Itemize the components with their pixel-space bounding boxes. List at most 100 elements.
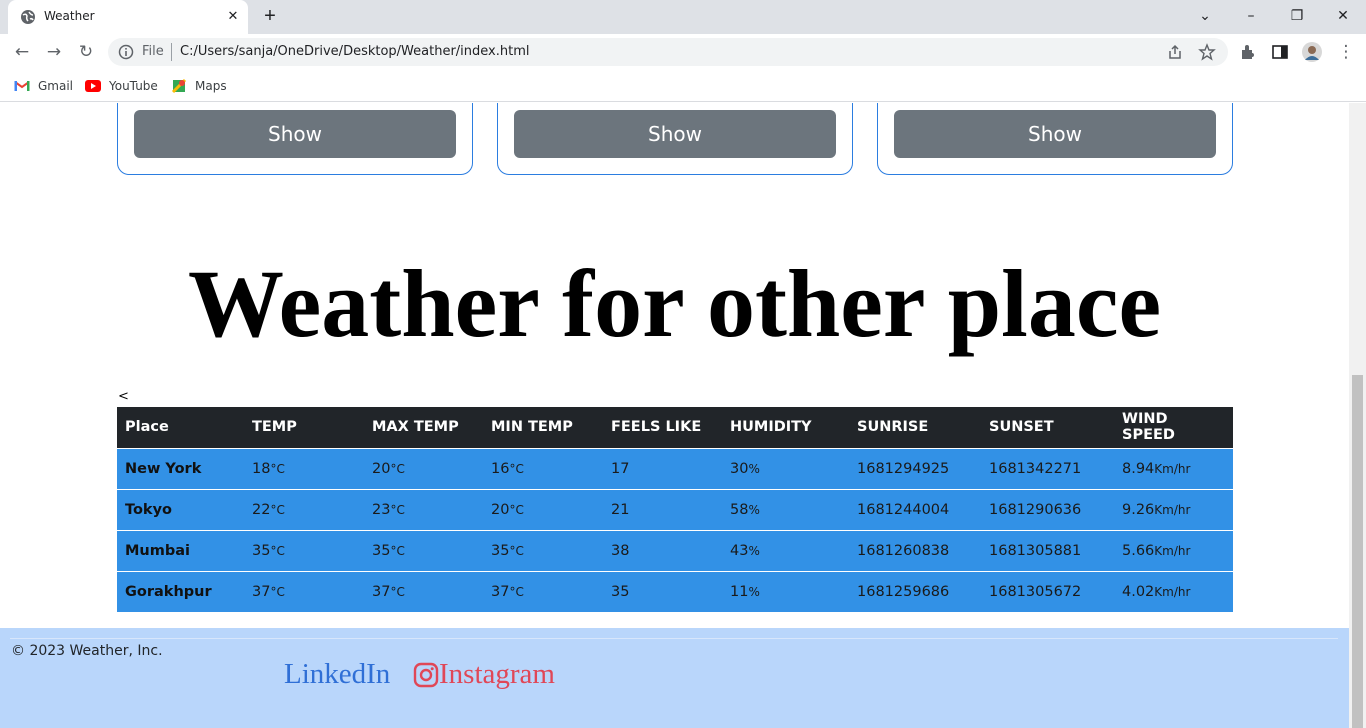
tab-title: Weather bbox=[44, 9, 95, 23]
cell-value: 37 bbox=[252, 583, 271, 600]
cell-value: 1681305672 bbox=[989, 583, 1082, 600]
minimize-icon[interactable]: – bbox=[1239, 5, 1263, 27]
address-bar[interactable]: File C:/Users/sanja/OneDrive/Desktop/Wea… bbox=[108, 38, 1228, 66]
tab-search-icon[interactable]: ⌄ bbox=[1193, 5, 1217, 27]
cell-unit: Km/hr bbox=[1154, 461, 1191, 476]
show-button[interactable]: Show bbox=[134, 110, 456, 158]
instagram-link[interactable]: Instagram bbox=[413, 658, 555, 691]
cell-value: 37 bbox=[372, 583, 391, 600]
footer: © 2023 Weather, Inc. LinkedIn Instagram bbox=[0, 628, 1349, 728]
info-icon[interactable] bbox=[118, 44, 134, 60]
table-row: New York 18°C 20°C 16°C 17 30% 1681294925 16813… bbox=[117, 447, 1233, 489]
cell-value: 43 bbox=[730, 542, 749, 559]
cell-value: 1681294925 bbox=[857, 460, 950, 477]
reload-icon[interactable]: ↻ bbox=[74, 40, 98, 64]
column-header: SUNRISE bbox=[849, 407, 981, 448]
cell-value: 1681290636 bbox=[989, 501, 1082, 518]
cell-unit: °C bbox=[390, 584, 405, 599]
cell-value: 4.02 bbox=[1122, 583, 1155, 600]
bookmark-maps[interactable]: Maps bbox=[165, 73, 233, 99]
cell-value: 35 bbox=[372, 542, 391, 559]
cell-value: 21 bbox=[611, 501, 630, 518]
cell-value: 35 bbox=[491, 542, 510, 559]
table-cell-humidity: 58% bbox=[722, 488, 849, 530]
cell-unit: °C bbox=[390, 461, 405, 476]
cell-value: 38 bbox=[611, 542, 630, 559]
cell-value: 17 bbox=[611, 460, 630, 477]
column-header: TEMP bbox=[244, 407, 364, 448]
table-cell-min: 35°C bbox=[483, 529, 603, 571]
youtube-icon bbox=[85, 80, 101, 92]
stray-text: < bbox=[118, 389, 129, 404]
cell-value: 22 bbox=[252, 501, 271, 518]
cell-unit: % bbox=[748, 543, 760, 558]
copyright-text: © 2023 Weather, Inc. bbox=[11, 643, 163, 659]
table-cell-max: 35°C bbox=[364, 529, 483, 571]
bookmark-label: Maps bbox=[195, 79, 227, 93]
column-header: MAX TEMP bbox=[364, 407, 483, 448]
back-icon[interactable]: ← bbox=[10, 40, 34, 64]
profile-avatar[interactable] bbox=[1302, 42, 1322, 62]
extensions-icon[interactable] bbox=[1238, 42, 1258, 62]
cell-value: 18 bbox=[252, 460, 271, 477]
cell-unit: °C bbox=[509, 502, 524, 517]
cell-unit: °C bbox=[390, 502, 405, 517]
side-panel-icon[interactable] bbox=[1270, 42, 1290, 62]
cell-value: 1681260838 bbox=[857, 542, 950, 559]
table-cell-place: Gorakhpur bbox=[117, 570, 244, 612]
table-cell-wind: 9.26Km/hr bbox=[1114, 488, 1233, 530]
browser-tab[interactable]: Weather ✕ bbox=[8, 0, 248, 34]
cell-value: 1681342271 bbox=[989, 460, 1082, 477]
bookmark-label: YouTube bbox=[109, 79, 158, 93]
cell-unit: °C bbox=[270, 461, 285, 476]
bookmark-gmail[interactable]: Gmail bbox=[8, 73, 79, 99]
page-scrollbar[interactable] bbox=[1349, 103, 1366, 728]
cell-value: 35 bbox=[252, 542, 271, 559]
cell-unit: °C bbox=[270, 502, 285, 517]
table-cell-place: Tokyo bbox=[117, 488, 244, 530]
column-header: MIN TEMP bbox=[483, 407, 603, 448]
show-button[interactable]: Show bbox=[894, 110, 1216, 158]
share-icon[interactable] bbox=[1166, 43, 1184, 61]
url-text[interactable]: C:/Users/sanja/OneDrive/Desktop/Weather/… bbox=[180, 44, 529, 59]
cell-unit: °C bbox=[509, 461, 524, 476]
forward-icon[interactable]: → bbox=[42, 40, 66, 64]
table-cell-sunset: 1681342271 bbox=[981, 447, 1114, 489]
cell-value: 20 bbox=[372, 460, 391, 477]
table-cell-max: 23°C bbox=[364, 488, 483, 530]
table-cell-sunrise: 1681244004 bbox=[849, 488, 981, 530]
bookmark-star-icon[interactable] bbox=[1198, 43, 1216, 61]
linkedin-link[interactable]: LinkedIn bbox=[284, 658, 390, 691]
table-cell-max: 20°C bbox=[364, 447, 483, 489]
weather-table: Place TEMP MAX TEMP MIN TEMP FEELS LIKE … bbox=[117, 407, 1233, 612]
cell-value: 37 bbox=[491, 583, 510, 600]
cell-unit: °C bbox=[270, 543, 285, 558]
cell-value: 1681244004 bbox=[857, 501, 950, 518]
table-cell-humidity: 43% bbox=[722, 529, 849, 571]
table-row: Tokyo 22°C 23°C 20°C 21 58% 1681244004 16812906… bbox=[117, 488, 1233, 530]
cell-unit: % bbox=[748, 461, 760, 476]
cell-value: 11 bbox=[730, 583, 749, 600]
cell-value: New York bbox=[125, 460, 202, 477]
menu-dots-icon[interactable]: ⋮ bbox=[1334, 40, 1358, 64]
restore-icon[interactable]: ❐ bbox=[1285, 5, 1309, 27]
new-tab-button[interactable]: + bbox=[258, 6, 282, 28]
bookmark-youtube[interactable]: YouTube bbox=[79, 73, 164, 99]
cell-value: 16 bbox=[491, 460, 510, 477]
cell-value: 9.26 bbox=[1122, 501, 1155, 518]
table-cell-sunrise: 1681259686 bbox=[849, 570, 981, 612]
table-cell-max: 37°C bbox=[364, 570, 483, 612]
gmail-icon bbox=[14, 81, 30, 91]
table-cell-place: New York bbox=[117, 447, 244, 489]
cell-value: 8.94 bbox=[1122, 460, 1155, 477]
footer-divider bbox=[10, 638, 1338, 639]
cell-unit: °C bbox=[390, 543, 405, 558]
cell-unit: % bbox=[748, 502, 760, 517]
cell-unit: °C bbox=[270, 584, 285, 599]
close-tab-icon[interactable]: ✕ bbox=[224, 7, 242, 25]
table-cell-humidity: 11% bbox=[722, 570, 849, 612]
show-button[interactable]: Show bbox=[514, 110, 836, 158]
close-window-icon[interactable]: ✕ bbox=[1331, 5, 1355, 27]
scrollbar-thumb[interactable] bbox=[1352, 375, 1363, 728]
cell-value: 30 bbox=[730, 460, 749, 477]
